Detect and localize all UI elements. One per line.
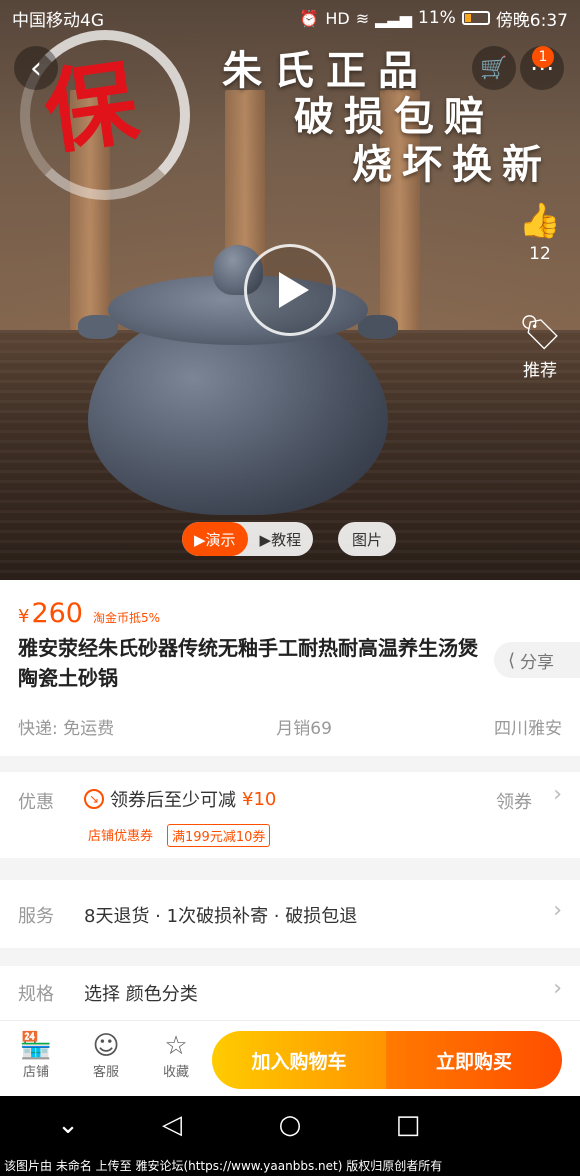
price-row: ¥ 260 淘金币抵5% (18, 598, 160, 629)
service-text: 8天退货 · 1次破损补寄 · 破损包退 (84, 906, 358, 927)
coupon-row[interactable]: 优惠 ↘ 领券后至少可减 ¥10 领券 › 店铺优惠券 满199元减10券 (0, 772, 580, 858)
triangle-back-icon: ◁ (162, 1110, 182, 1140)
notification-badge: 1 (532, 46, 554, 68)
shop-button[interactable]: 🏪 店铺 (6, 1031, 66, 1080)
square-recent-icon: □ (395, 1110, 421, 1140)
tag-icon: 🏷 (518, 313, 562, 353)
play-icon (279, 272, 309, 308)
tab-tutorial[interactable]: ▶教程 (248, 522, 314, 556)
customer-service-button[interactable]: ☺ 客服 (76, 1031, 136, 1080)
customer-service-label: 客服 (92, 1065, 119, 1080)
alarm-icon: ⏰ (299, 8, 320, 28)
monthly-sales: 月销69 (276, 719, 332, 739)
chevron-down-icon: ⌄ (57, 1110, 79, 1140)
like-count: 12 (529, 244, 551, 264)
hd-icon: HD (325, 8, 350, 28)
tab-demo[interactable]: ▶演示 (182, 522, 248, 556)
shop-label: 店铺 (22, 1065, 49, 1080)
slogan-line-3: 烧坏换新 (352, 141, 552, 188)
share-button[interactable]: ⟨ 分享 (494, 642, 580, 678)
coupon-tag-threshold: 满199元减10券 (167, 824, 271, 847)
share-label: 分享 (520, 652, 555, 673)
battery-icon (461, 11, 490, 25)
product-details: ¥ 260 淘金币抵5% 雅安荥经朱氏砂器传统无釉手工耐热耐高温养生汤煲陶瓷土砂… (0, 580, 580, 1020)
coupon-label: 优惠 (18, 792, 54, 813)
chat-face-icon: ☺ (92, 1031, 120, 1061)
get-coupon-link[interactable]: 领券 (496, 788, 532, 814)
buy-now-button[interactable]: 立即购买 (386, 1031, 562, 1089)
nav-back-button[interactable]: ◁ (152, 1110, 192, 1140)
battery-percent: 11% (418, 8, 456, 28)
tab-pictures[interactable]: 图片 (338, 522, 397, 556)
coupon-tags: 店铺优惠券 满199元减10券 (84, 824, 271, 847)
meta-row: 快递: 免运费 月销69 四川雅安 (18, 714, 562, 739)
service-label: 服务 (18, 906, 54, 927)
cart-icon: 🛒 (480, 55, 508, 81)
signal-icon: ▂▃▅ (375, 8, 413, 28)
shipping-info: 快递: 免运费 (18, 719, 115, 739)
coupon-amount: ¥10 (242, 788, 277, 810)
currency-symbol: ¥ (18, 606, 30, 627)
guarantee-seal-char: 保 (38, 48, 145, 168)
like-button[interactable]: 👍 12 (518, 204, 562, 264)
action-bar: 🏪 店铺 ☺ 客服 ☆ 收藏 加入购物车 立即购买 (0, 1020, 580, 1096)
service-row[interactable]: 服务 8天退货 · 1次破损补寄 · 破损包退 › (0, 880, 580, 948)
price-value: 260 (31, 598, 83, 629)
spec-row[interactable]: 规格 选择 颜色分类 › (0, 966, 580, 1020)
media-tab-group: ▶演示 ▶教程 (182, 522, 314, 556)
circle-home-icon: ○ (278, 1110, 302, 1140)
nav-home-button[interactable]: ○ (270, 1110, 310, 1140)
nav-hide-button[interactable]: ⌄ (48, 1110, 88, 1140)
clay-pot-image (78, 245, 398, 515)
spec-text: 选择 颜色分类 (84, 984, 198, 1005)
shop-icon: 🏪 (19, 1031, 53, 1061)
clock: 傍晚6:37 (495, 10, 568, 31)
share-icon: ⟨ (508, 649, 516, 671)
recommend-button[interactable]: 🏷 推荐 (518, 316, 562, 381)
recommend-label: 推荐 (523, 361, 557, 381)
wifi-icon: ≋ (355, 8, 370, 28)
favorite-button[interactable]: ☆ 收藏 (146, 1031, 206, 1080)
favorite-label: 收藏 (162, 1065, 189, 1080)
ship-location: 四川雅安 (494, 719, 562, 739)
coupon-tag-shop: 店铺优惠券 (88, 829, 154, 844)
chevron-right-icon: › (553, 782, 562, 807)
system-nav-bar: ⌄ ◁ ○ □ (0, 1096, 580, 1156)
coupon-summary: ↘ 领券后至少可减 ¥10 (84, 786, 276, 812)
carrier-label: 中国移动4G (12, 10, 104, 31)
product-info-card: ¥ 260 淘金币抵5% 雅安荥经朱氏砂器传统无釉手工耐热耐高温养生汤煲陶瓷土砂… (0, 580, 580, 756)
tao-coin-tag: 淘金币抵5% (93, 611, 161, 625)
nav-recent-button[interactable]: □ (388, 1110, 428, 1140)
watermark-footnote: 该图片由 未命名 上传至 雅安论坛(https://www.yaanbbs.ne… (0, 1156, 580, 1176)
play-video-button[interactable] (244, 244, 336, 336)
back-button[interactable]: ‹ (14, 46, 58, 90)
chevron-right-icon: › (553, 976, 562, 1001)
chevron-right-icon: › (553, 898, 562, 923)
product-title: 雅安荥经朱氏砂器传统无釉手工耐热耐高温养生汤煲陶瓷土砂锅 (18, 636, 478, 690)
cart-button[interactable]: 🛒 (472, 46, 516, 90)
chevron-left-icon: ‹ (30, 50, 42, 86)
coupon-text: 领券后至少可减 (110, 790, 236, 811)
coupon-icon: ↘ (84, 789, 104, 809)
status-bar: 中国移动4G ⏰ HD ≋ ▂▃▅ 11% 傍晚6:37 (0, 0, 580, 36)
spec-label: 规格 (18, 984, 54, 1005)
thumbs-up-icon: 👍 (518, 201, 562, 241)
star-icon: ☆ (164, 1031, 188, 1061)
add-to-cart-button[interactable]: 加入购物车 (212, 1031, 386, 1089)
